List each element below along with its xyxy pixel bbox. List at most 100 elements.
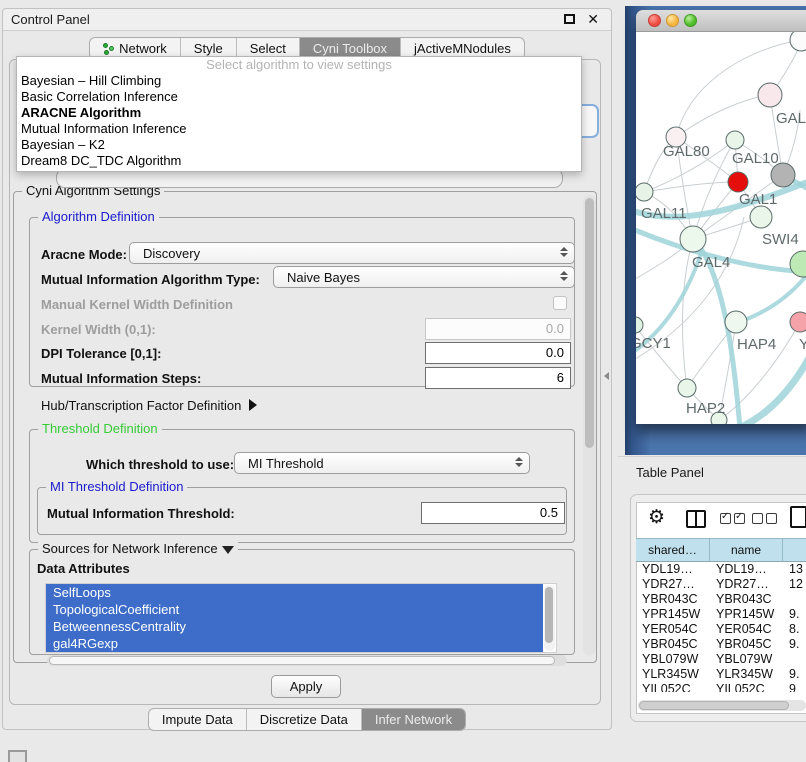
tab-infer-network-label: Infer Network (375, 712, 452, 727)
table-cell: YBR045C (636, 637, 710, 652)
zoom-traffic-light-icon[interactable] (684, 14, 697, 27)
manual-kernel-width-checkbox[interactable] (553, 296, 567, 310)
algorithm-list-item[interactable]: Basic Correlation Inference (17, 89, 581, 105)
algorithm-list-item[interactable]: ARACNE Algorithm (17, 105, 581, 121)
network-node[interactable] (680, 226, 706, 252)
collapsed-panel-icon[interactable] (8, 750, 27, 762)
network-canvas[interactable]: GALGAL80GAL10GAL1GAL11SWI4GAL4GCY1HAP4YH… (636, 32, 806, 424)
scrollbar-thumb[interactable] (545, 587, 553, 643)
table-horizontal-scrollbar[interactable] (638, 700, 806, 711)
table-row[interactable]: YDR27…YDR27…12 (636, 577, 806, 592)
float-window-icon[interactable] (564, 14, 575, 24)
table-cell (783, 652, 806, 667)
table-column-header[interactable]: shared… (636, 538, 710, 562)
attributes-scrollbar[interactable] (544, 585, 555, 651)
table-row[interactable]: YDL19…YDL19…13 (636, 562, 806, 577)
attribute-list-item[interactable]: SelfLoops (46, 584, 543, 601)
gear-icon[interactable]: ⚙ (648, 506, 665, 529)
network-node[interactable] (790, 312, 806, 332)
attribute-list-item[interactable]: TopologicalCoefficient (46, 601, 543, 618)
table-header-row: shared…name (636, 538, 806, 562)
table-cell: YBR045C (710, 637, 783, 652)
mi-threshold-field[interactable]: 0.5 (421, 502, 565, 524)
tab-discretize-data[interactable]: Discretize Data (247, 709, 362, 730)
kernel-width-label: Kernel Width (0,1): (41, 322, 156, 337)
algorithm-list-item[interactable]: Bayesian – K2 (17, 137, 581, 153)
network-node[interactable] (726, 131, 744, 149)
scrollbar-thumb[interactable] (585, 198, 594, 448)
network-node[interactable] (636, 183, 653, 201)
node-table: shared…name YDL19…YDL19…13YDR27…YDR27…12… (636, 538, 806, 692)
tab-impute-data[interactable]: Impute Data (149, 709, 247, 730)
table-row[interactable]: YPR145WYPR145W9. (636, 607, 806, 622)
table-cell: 9 (783, 682, 806, 692)
dpi-tolerance-label: DPI Tolerance [0,1]: (41, 346, 161, 361)
table-cell: YLR345W (636, 667, 710, 682)
close-traffic-light-icon[interactable] (648, 14, 661, 27)
network-window-titlebar[interactable] (636, 10, 806, 32)
apply-button[interactable]: Apply (271, 675, 341, 698)
tab-infer-network[interactable]: Infer Network (362, 709, 465, 730)
kernel-width-field[interactable]: 0.0 (425, 318, 571, 340)
minimize-traffic-light-icon[interactable] (666, 14, 679, 27)
network-node[interactable] (728, 172, 748, 192)
network-node-label: Y (799, 336, 806, 353)
table-column-header[interactable]: name (710, 538, 783, 562)
table-row[interactable]: YBR043CYBR043C (636, 592, 806, 607)
data-attributes-label: Data Attributes (37, 561, 130, 576)
attribute-list-item[interactable]: BetweennessCentrality (46, 618, 543, 635)
table-row[interactable]: YBR045CYBR045C9. (636, 637, 806, 652)
select-all-checkboxes-icon[interactable] (720, 513, 745, 524)
network-node[interactable] (790, 32, 806, 51)
sources-title[interactable]: Sources for Network Inference (38, 541, 238, 556)
network-graph: GALGAL80GAL10GAL1GAL11SWI4GAL4GCY1HAP4YH… (636, 32, 806, 424)
split-columns-icon[interactable] (686, 510, 706, 528)
network-node[interactable] (725, 311, 747, 333)
table-row[interactable]: YIL052CYIL052C9 (636, 682, 806, 692)
network-node[interactable] (636, 317, 643, 333)
panel-splitter-handle[interactable] (604, 372, 609, 380)
hub-definition-disclosure[interactable]: Hub/Transcription Factor Definition (41, 398, 257, 413)
aracne-mode-combobox[interactable]: Discovery (129, 242, 575, 264)
network-node[interactable] (750, 206, 772, 228)
algorithm-list: Bayesian – Hill ClimbingBasic Correlatio… (17, 73, 581, 169)
network-node[interactable] (758, 83, 782, 107)
tab-select-label: Select (250, 41, 286, 56)
table-row[interactable]: YLR345WYLR345W9. (636, 667, 806, 682)
scrollbar-thumb[interactable] (639, 701, 789, 710)
algorithm-list-item[interactable]: Bayesian – Hill Climbing (17, 73, 581, 89)
mi-threshold-definition-title: MI Threshold Definition (46, 479, 187, 494)
table-cell: YER054C (636, 622, 710, 637)
expanded-arrow-icon (222, 546, 234, 554)
dpi-tolerance-field[interactable]: 0.0 (425, 342, 571, 364)
table-cell: 12 (783, 577, 806, 592)
threshold-definition-title: Threshold Definition (38, 421, 162, 436)
table-row[interactable]: YBL079WYBL079W (636, 652, 806, 667)
unchecked-checkbox-icon (752, 513, 763, 524)
data-attributes-list: SelfLoopsTopologicalCoefficientBetweenne… (45, 583, 557, 653)
table-column-header[interactable] (783, 538, 806, 562)
which-threshold-combobox[interactable]: MI Threshold (234, 452, 530, 474)
bottom-tabbar: Impute Data Discretize Data Infer Networ… (3, 708, 611, 731)
table-cell: YPR145W (710, 607, 783, 622)
deselect-all-checkboxes-icon[interactable] (752, 513, 777, 524)
aracne-mode-value: Discovery (143, 246, 200, 261)
sources-title-text: Sources for Network Inference (42, 541, 218, 556)
table-cell: YBR043C (710, 592, 783, 607)
mi-steps-field[interactable]: 6 (425, 367, 571, 389)
tab-network-label: Network (119, 41, 167, 56)
scrollbar-thumb[interactable] (49, 656, 555, 665)
settings-horizontal-scrollbar[interactable] (47, 655, 567, 666)
algorithm-list-item[interactable]: Mutual Information Inference (17, 121, 581, 137)
network-edge (644, 182, 738, 192)
attribute-list-item[interactable]: gal4RGexp (46, 635, 543, 652)
document-icon[interactable] (790, 506, 806, 528)
mi-algorithm-type-combobox[interactable]: Naive Bayes (273, 266, 575, 288)
algorithm-list-item[interactable]: Dream8 DC_TDC Algorithm (17, 153, 581, 169)
algorithm-dropdown-popup: Select algorithm to view settings Bayesi… (16, 56, 582, 172)
table-row[interactable]: YER054CYER054C8. (636, 622, 806, 637)
network-node[interactable] (678, 379, 696, 397)
close-icon[interactable]: ✕ (587, 11, 599, 28)
tab-jactivemnodules-label: jActiveMNodules (414, 41, 511, 56)
settings-vertical-scrollbar[interactable] (583, 195, 596, 655)
